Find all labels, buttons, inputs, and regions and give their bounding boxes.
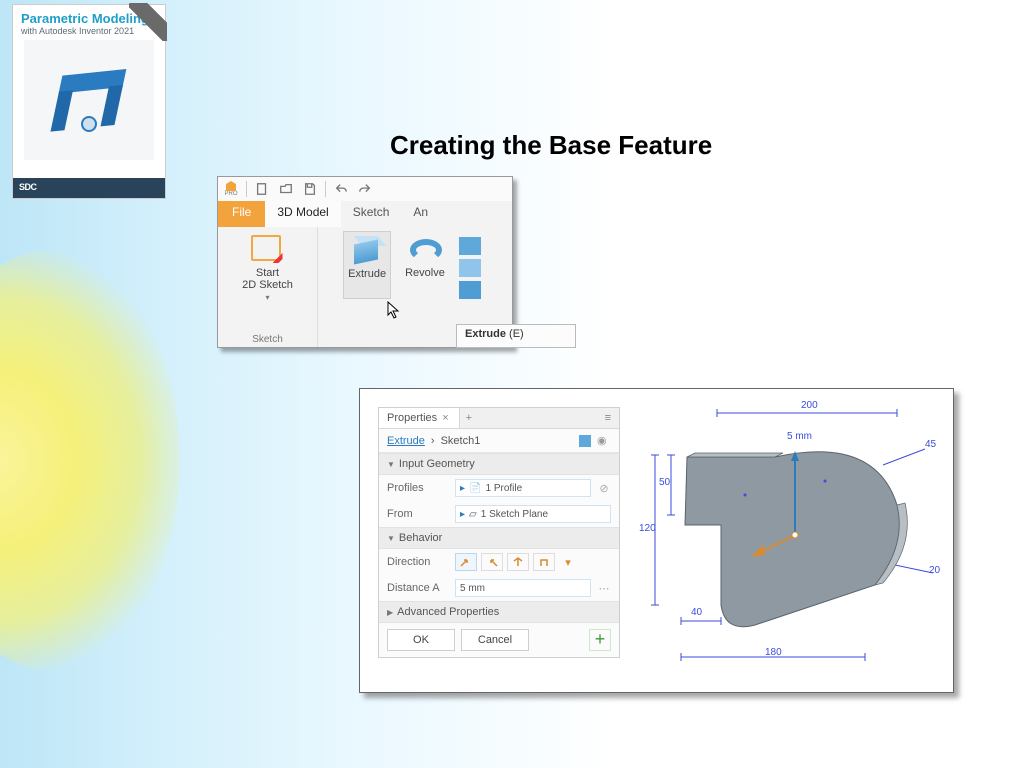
panel-sketch-title: Sketch <box>252 334 283 345</box>
crumb-feature[interactable]: Extrude <box>387 435 425 447</box>
panel-sketch: Start 2D Sketch ▾ Sketch <box>218 227 318 347</box>
section-behavior[interactable]: Behavior <box>379 527 619 549</box>
ribbon-screenshot: PRO File 3D Model Sketch An Start 2D Ske… <box>217 176 513 348</box>
open-icon[interactable] <box>277 180 295 198</box>
add-tab-icon[interactable]: + <box>460 408 478 428</box>
close-icon[interactable]: × <box>440 412 450 424</box>
ok-button[interactable]: OK <box>387 629 455 651</box>
dim-bottom-b: 180 <box>765 647 782 658</box>
tab-3d-model[interactable]: 3D Model <box>265 201 340 227</box>
label-distance: Distance A <box>387 582 449 594</box>
cursor-icon <box>387 301 401 322</box>
start-2d-sketch-button[interactable]: Start 2D Sketch ▾ <box>238 231 297 306</box>
section-input-geometry[interactable]: Input Geometry <box>379 453 619 475</box>
dim-bottom-a: 40 <box>691 607 702 618</box>
direction-default-button[interactable] <box>455 553 477 571</box>
viewport-screenshot: Properties × + ≡ Extrude › Sketch1 ◉ Inp… <box>359 388 954 693</box>
panel-menu-icon[interactable]: ≡ <box>597 408 619 428</box>
add-feature-icon[interactable]: + <box>589 629 611 651</box>
direction-chevron-icon[interactable]: ▾ <box>561 556 575 569</box>
save-icon[interactable] <box>301 180 319 198</box>
sketch-icon <box>251 235 281 261</box>
extrude-icon <box>350 236 384 266</box>
dim-r-upper: 45 <box>925 439 936 450</box>
book-thumbnail: Parametric Modeling with Autodesk Invent… <box>12 4 166 199</box>
dim-top: 200 <box>801 400 818 411</box>
revolve-button[interactable]: Revolve <box>401 231 449 299</box>
dim-left-a: 50 <box>659 477 670 488</box>
dim-callout: 5 mm <box>787 431 812 442</box>
dim-left-b: 120 <box>639 523 656 534</box>
direction-flip-button[interactable] <box>481 553 503 571</box>
tab-file[interactable]: File <box>218 201 265 227</box>
label-from: From <box>387 508 449 520</box>
extrude-button[interactable]: Extrude <box>343 231 391 299</box>
preview-cube-icon[interactable] <box>579 435 591 447</box>
tab-annotate[interactable]: An <box>401 201 440 227</box>
redo-icon[interactable] <box>356 180 374 198</box>
book-art <box>24 40 154 160</box>
decor-arc <box>0 250 180 670</box>
clear-profiles-icon[interactable]: ⊘ <box>597 482 611 495</box>
breadcrumb: Extrude › Sketch1 ◉ <box>379 429 619 453</box>
distance-options-icon[interactable]: ⋯ <box>597 582 611 595</box>
slide-title: Creating the Base Feature <box>390 130 712 161</box>
corner-banner <box>129 3 167 41</box>
extrude-tooltip: Extrude (E) <box>456 324 576 348</box>
visibility-icon[interactable]: ◉ <box>597 434 611 447</box>
loft-icon[interactable] <box>459 259 481 277</box>
app-logo-icon: PRO <box>222 180 240 198</box>
properties-tab[interactable]: Properties × <box>379 408 460 428</box>
sweep-icon[interactable] <box>459 237 481 255</box>
label-profiles: Profiles <box>387 482 449 494</box>
ribbon-tabs: File 3D Model Sketch An <box>218 201 512 227</box>
properties-panel: Properties × + ≡ Extrude › Sketch1 ◉ Inp… <box>378 407 620 658</box>
tab-sketch[interactable]: Sketch <box>341 201 402 227</box>
field-profiles[interactable]: ▸📄1 Profile <box>455 479 591 497</box>
book-publisher: SDC <box>13 178 165 198</box>
direction-asymmetric-button[interactable] <box>533 553 555 571</box>
panel-create: Extrude Revolve Extrude (E) <box>318 227 512 347</box>
more-create-buttons <box>459 231 487 299</box>
direction-symmetric-button[interactable] <box>507 553 529 571</box>
revolve-icon <box>408 235 442 265</box>
dim-r-lower: 20 <box>929 565 940 576</box>
undo-icon[interactable] <box>332 180 350 198</box>
coil-icon[interactable] <box>459 281 481 299</box>
field-distance[interactable]: 5 mm <box>455 579 591 597</box>
new-icon[interactable] <box>253 180 271 198</box>
quick-access-toolbar: PRO <box>218 177 512 201</box>
cancel-button[interactable]: Cancel <box>461 629 529 651</box>
crumb-sketch: Sketch1 <box>441 435 481 447</box>
direction-buttons <box>455 553 555 571</box>
field-from[interactable]: ▸▱1 Sketch Plane <box>455 505 611 523</box>
model-preview: 200 5 mm 50 120 40 180 45 20 <box>625 395 945 685</box>
section-advanced[interactable]: Advanced Properties <box>379 601 619 623</box>
label-direction: Direction <box>387 556 449 568</box>
